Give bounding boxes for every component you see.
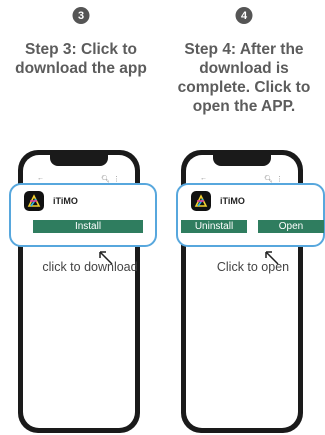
install-button[interactable]: Install bbox=[33, 220, 143, 233]
caption: click to download bbox=[42, 260, 138, 274]
open-button[interactable]: Open bbox=[258, 220, 324, 233]
step-4-panel: 4 Step 4: After the download is complete… bbox=[163, 0, 325, 435]
step-title: Step 4: After the download is complete. … bbox=[177, 41, 311, 115]
itimo-logo-icon bbox=[191, 191, 211, 211]
uninstall-button[interactable]: Uninstall bbox=[181, 220, 247, 233]
search-icon[interactable]: 🔍︎⋮ bbox=[101, 175, 123, 183]
app-name: iTiMO bbox=[53, 196, 78, 206]
step-number-badge: 4 bbox=[235, 7, 253, 24]
caption: Click to open bbox=[216, 260, 290, 274]
app-card: iTiMO Uninstall Open bbox=[176, 183, 325, 247]
back-arrow-icon[interactable]: ← bbox=[37, 175, 44, 182]
phone-notch bbox=[213, 155, 271, 166]
step-3-panel: 3 Step 3: Click to download the app ← 🔍︎… bbox=[0, 0, 162, 435]
step-number-badge: 3 bbox=[72, 7, 90, 24]
step-title: Step 3: Click to download the app bbox=[15, 41, 147, 77]
phone-notch bbox=[50, 155, 108, 166]
search-icon[interactable]: 🔍︎⋮ bbox=[264, 175, 286, 183]
app-name: iTiMO bbox=[220, 196, 245, 206]
app-card: iTiMO Install bbox=[9, 183, 157, 247]
itimo-logo-icon bbox=[24, 191, 44, 211]
back-arrow-icon[interactable]: ← bbox=[200, 175, 207, 182]
